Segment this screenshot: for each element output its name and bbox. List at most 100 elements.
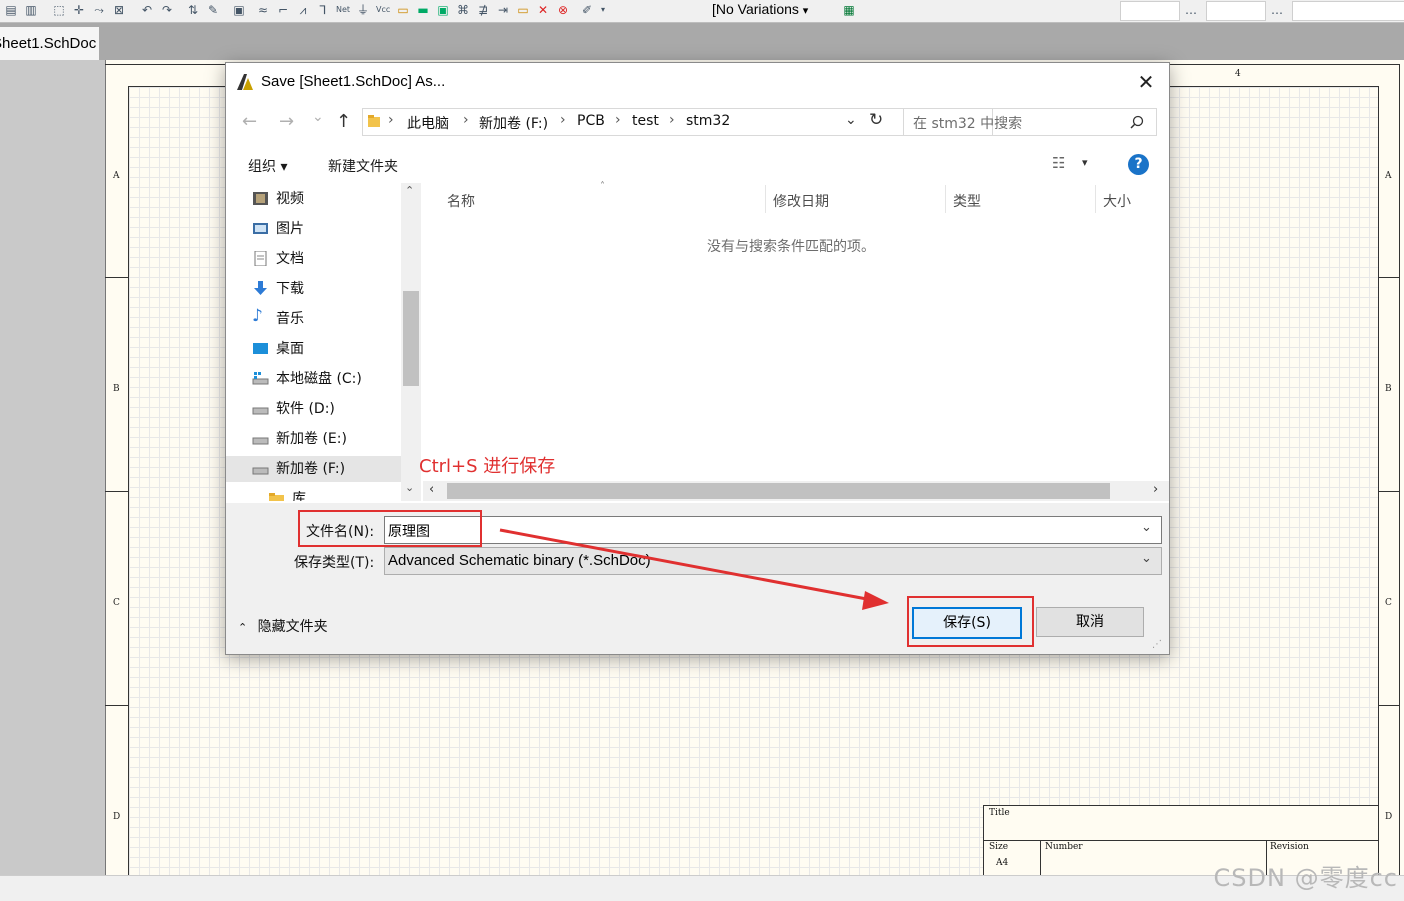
net-label-icon[interactable]: ⅂ bbox=[316, 3, 330, 17]
search-input[interactable]: 在 stm32 中搜索 bbox=[903, 108, 1157, 136]
column-header-size[interactable]: 大小 bbox=[1103, 191, 1131, 211]
sidebar-item-label: 新加卷 (F:) bbox=[276, 461, 346, 477]
combo-box-3[interactable] bbox=[1292, 1, 1404, 21]
drive-icon bbox=[252, 407, 269, 415]
net-icon[interactable]: Net bbox=[336, 3, 350, 17]
part-icon[interactable]: ▭ bbox=[396, 3, 410, 17]
cross-probe-icon[interactable]: ⇅ bbox=[186, 3, 200, 17]
annotation-box-save bbox=[907, 596, 1034, 647]
address-bar[interactable]: › 此电脑 › 新加卷 (F:) › PCB › test › stm32 ⌄ … bbox=[362, 108, 993, 136]
close-button[interactable]: ✕ bbox=[1132, 69, 1160, 95]
sidebar-item-music[interactable]: ♪ 音乐 bbox=[252, 306, 304, 332]
drive-icon bbox=[252, 372, 269, 385]
dialog-titlebar[interactable]: Save [Sheet1.SchDoc] As... ✕ bbox=[226, 63, 1169, 101]
filename-dropdown-icon[interactable]: ⌄ bbox=[1141, 520, 1152, 535]
select-area-icon[interactable]: ⬚ bbox=[52, 3, 66, 17]
sidebar-item-label: 软件 (D:) bbox=[276, 401, 335, 417]
deselect-icon[interactable]: ⤳ bbox=[92, 3, 106, 17]
more-icon-2[interactable]: … bbox=[1270, 3, 1284, 17]
back-icon[interactable]: ← bbox=[242, 111, 257, 132]
empty-message: 没有与搜索条件匹配的项。 bbox=[707, 239, 875, 255]
no-erc-icon[interactable]: ✕ bbox=[536, 3, 550, 17]
search-icon[interactable] bbox=[1130, 115, 1144, 129]
column-header-modified[interactable]: 修改日期 bbox=[773, 191, 829, 211]
sidebar-item-drive-c[interactable]: 本地磁盘 (C:) bbox=[252, 366, 362, 392]
scroll-right-icon[interactable]: › bbox=[1153, 482, 1158, 497]
scroll-up-icon[interactable]: ⌃ bbox=[405, 184, 414, 197]
recent-locations-icon[interactable]: ⌄ bbox=[312, 109, 324, 125]
column-header-name[interactable]: 名称 bbox=[447, 191, 475, 211]
harness-entry-icon[interactable]: ⇥ bbox=[496, 3, 510, 17]
combo-box-2[interactable] bbox=[1206, 1, 1266, 21]
breadcrumb-pcb[interactable]: PCB bbox=[577, 113, 605, 129]
refresh-icon[interactable]: ↻ bbox=[869, 110, 883, 130]
annotation-text: Ctrl+S 进行保存 bbox=[419, 456, 556, 477]
more-icon[interactable]: … bbox=[1184, 3, 1198, 17]
harness-icon[interactable]: ⋣ bbox=[476, 3, 490, 17]
horizontal-scrollbar[interactable]: ‹ › bbox=[423, 481, 1169, 501]
undo-icon[interactable]: ↶ bbox=[140, 3, 154, 17]
column-header-type[interactable]: 类型 bbox=[953, 191, 981, 211]
filetype-select[interactable]: Advanced Schematic binary (*.SchDoc) ⌄ bbox=[384, 547, 1162, 575]
breadcrumb-stm32[interactable]: stm32 bbox=[686, 113, 730, 129]
vcc-icon[interactable]: Vcc bbox=[376, 3, 390, 17]
wand-icon[interactable]: ✎ bbox=[206, 3, 220, 17]
scrollbar-thumb[interactable] bbox=[403, 291, 419, 386]
sheet-symbol-icon[interactable]: ▬ bbox=[416, 3, 430, 17]
sidebar-item-documents[interactable]: 文档 bbox=[254, 246, 304, 272]
wire-icon[interactable]: ⌐ bbox=[276, 3, 290, 17]
dialog-title: Save [Sheet1.SchDoc] As... bbox=[261, 73, 446, 90]
view-options-icon[interactable]: ☷ bbox=[1052, 154, 1065, 172]
forward-icon[interactable]: → bbox=[279, 111, 294, 132]
board-icon[interactable]: ▦ bbox=[842, 3, 856, 17]
breadcrumb-this-pc[interactable]: 此电脑 bbox=[407, 113, 449, 133]
device-sheet-icon[interactable]: ⌘ bbox=[456, 3, 470, 17]
view-dropdown-icon[interactable]: ▾ bbox=[1082, 156, 1088, 169]
altium-app-icon bbox=[237, 74, 253, 90]
combo-box-1[interactable] bbox=[1120, 1, 1180, 21]
sidebar-item-pictures[interactable]: 图片 bbox=[253, 216, 304, 242]
address-dropdown-icon[interactable]: ⌄ bbox=[845, 112, 857, 128]
gnd-icon[interactable]: ⏚ bbox=[356, 3, 370, 17]
scroll-down-icon[interactable]: ⌄ bbox=[405, 481, 414, 494]
resize-grip-icon[interactable]: ⋰ bbox=[1152, 639, 1162, 650]
help-icon[interactable]: ? bbox=[1128, 154, 1149, 175]
sidebar-item-drive-f[interactable]: 新加卷 (F:) bbox=[226, 456, 401, 482]
filename-input[interactable]: 原理图 ⌄ bbox=[384, 516, 1162, 544]
generic-no-erc-icon[interactable]: ⊗ bbox=[556, 3, 570, 17]
new-folder-button[interactable]: 新建文件夹 bbox=[328, 156, 398, 176]
hide-folders-toggle[interactable]: ⌃ 隐藏文件夹 bbox=[238, 616, 328, 636]
bus-entry-icon[interactable]: ⩘ bbox=[296, 3, 310, 17]
scroll-left-icon[interactable]: ‹ bbox=[429, 482, 434, 497]
port-icon[interactable]: ▭ bbox=[516, 3, 530, 17]
sidebar-item-drive-d[interactable]: 软件 (D:) bbox=[252, 396, 335, 422]
sidebar-item-desktop[interactable]: 桌面 bbox=[253, 336, 304, 362]
pen-icon[interactable]: ✐ bbox=[580, 3, 594, 17]
clipboard-icon[interactable]: ▥ bbox=[24, 3, 38, 17]
hscrollbar-thumb[interactable] bbox=[447, 483, 1110, 499]
sidebar-item-library[interactable]: 库 bbox=[269, 486, 306, 501]
filetype-dropdown-icon[interactable]: ⌄ bbox=[1141, 551, 1152, 566]
zone-label-d-left: D bbox=[113, 812, 121, 822]
sidebar-item-downloads[interactable]: 下载 bbox=[254, 276, 304, 302]
browse-icon[interactable]: ▣ bbox=[232, 3, 246, 17]
move-icon[interactable]: ✛ bbox=[72, 3, 86, 17]
pen-dropdown-icon[interactable]: ▾ bbox=[596, 3, 610, 17]
sheet-entry-icon[interactable]: ▣ bbox=[436, 3, 450, 17]
document-tab[interactable]: Sheet1.SchDoc bbox=[0, 27, 99, 60]
paste-icon[interactable]: ▤ bbox=[4, 3, 18, 17]
cancel-button[interactable]: 取消 bbox=[1036, 607, 1144, 637]
clear-filter-icon[interactable]: ⊠ bbox=[112, 3, 126, 17]
sidebar-item-videos[interactable]: 视频 bbox=[253, 186, 304, 212]
up-icon[interactable]: ↑ bbox=[336, 111, 351, 132]
bus-icon[interactable]: ≈ bbox=[256, 3, 270, 17]
breadcrumb-drive-f[interactable]: 新加卷 (F:) bbox=[479, 113, 548, 133]
breadcrumb-test[interactable]: test bbox=[632, 113, 659, 129]
chevron-down-icon: ▾ bbox=[802, 5, 809, 17]
sidebar-scrollbar[interactable]: ⌃ ⌄ bbox=[401, 183, 421, 501]
organize-button[interactable]: 组织 ▾ bbox=[248, 156, 287, 176]
redo-icon[interactable]: ↷ bbox=[160, 3, 174, 17]
sidebar-item-label: 音乐 bbox=[276, 311, 304, 327]
sidebar-item-drive-e[interactable]: 新加卷 (E:) bbox=[252, 426, 347, 452]
variations-dropdown[interactable]: [No Variations ▾ bbox=[712, 0, 808, 20]
